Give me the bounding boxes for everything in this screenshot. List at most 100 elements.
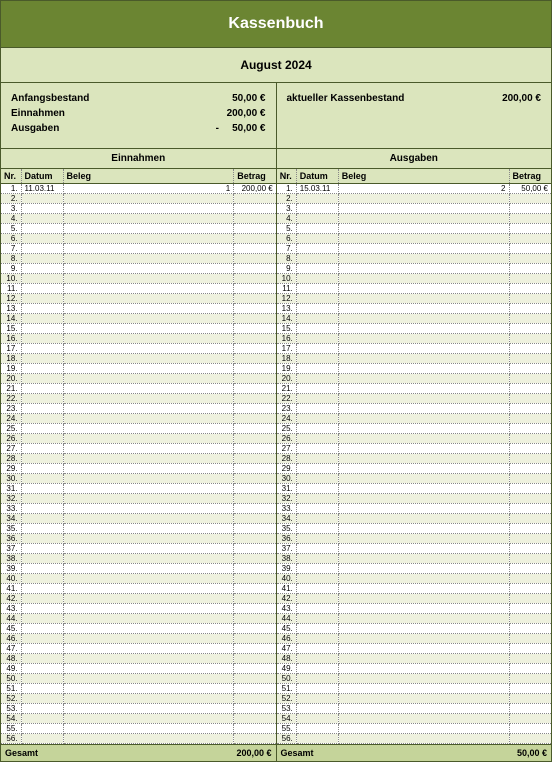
row-betrag[interactable] xyxy=(509,304,551,314)
row-beleg[interactable] xyxy=(338,524,509,534)
row-betrag[interactable] xyxy=(509,694,551,704)
row-betrag[interactable] xyxy=(509,644,551,654)
row-datum[interactable] xyxy=(296,214,338,224)
row-betrag[interactable] xyxy=(509,294,551,304)
row-beleg[interactable] xyxy=(63,444,234,454)
row-betrag[interactable] xyxy=(509,464,551,474)
row-datum[interactable] xyxy=(296,694,338,704)
row-betrag[interactable] xyxy=(509,344,551,354)
row-betrag[interactable] xyxy=(509,484,551,494)
row-beleg[interactable] xyxy=(63,324,234,334)
row-datum[interactable] xyxy=(296,274,338,284)
row-beleg[interactable] xyxy=(63,344,234,354)
row-betrag[interactable] xyxy=(509,584,551,594)
row-datum[interactable] xyxy=(296,674,338,684)
row-beleg[interactable] xyxy=(63,674,234,684)
row-beleg[interactable] xyxy=(63,634,234,644)
row-betrag[interactable] xyxy=(509,434,551,444)
row-betrag[interactable] xyxy=(234,684,276,694)
row-betrag[interactable]: 200,00 € xyxy=(234,184,276,194)
row-datum[interactable] xyxy=(21,694,63,704)
row-beleg[interactable] xyxy=(63,624,234,634)
row-beleg[interactable] xyxy=(338,684,509,694)
row-beleg[interactable] xyxy=(63,364,234,374)
row-betrag[interactable] xyxy=(509,524,551,534)
row-datum[interactable] xyxy=(296,384,338,394)
row-beleg[interactable] xyxy=(338,564,509,574)
row-betrag[interactable] xyxy=(509,544,551,554)
row-datum[interactable] xyxy=(21,554,63,564)
row-betrag[interactable] xyxy=(509,714,551,724)
row-beleg[interactable] xyxy=(338,354,509,364)
row-datum[interactable] xyxy=(296,494,338,504)
row-betrag[interactable] xyxy=(509,674,551,684)
row-betrag[interactable] xyxy=(234,714,276,724)
row-datum[interactable] xyxy=(21,724,63,734)
row-datum[interactable] xyxy=(21,234,63,244)
row-betrag[interactable] xyxy=(509,634,551,644)
row-datum[interactable] xyxy=(21,254,63,264)
row-betrag[interactable] xyxy=(234,374,276,384)
row-betrag[interactable] xyxy=(509,554,551,564)
row-datum[interactable] xyxy=(21,304,63,314)
row-betrag[interactable] xyxy=(234,594,276,604)
row-betrag[interactable] xyxy=(509,684,551,694)
row-betrag[interactable] xyxy=(234,564,276,574)
row-datum[interactable] xyxy=(296,614,338,624)
row-datum[interactable] xyxy=(21,504,63,514)
row-betrag[interactable] xyxy=(509,624,551,634)
row-betrag[interactable] xyxy=(234,604,276,614)
row-betrag[interactable] xyxy=(234,494,276,504)
row-datum[interactable] xyxy=(296,444,338,454)
row-beleg[interactable] xyxy=(63,724,234,734)
row-beleg[interactable] xyxy=(338,254,509,264)
row-datum[interactable] xyxy=(21,574,63,584)
row-betrag[interactable] xyxy=(509,314,551,324)
row-beleg[interactable] xyxy=(338,594,509,604)
row-beleg[interactable] xyxy=(338,274,509,284)
row-datum[interactable] xyxy=(296,724,338,734)
row-beleg[interactable] xyxy=(338,464,509,474)
row-betrag[interactable] xyxy=(234,454,276,464)
row-betrag[interactable] xyxy=(234,674,276,684)
row-betrag[interactable] xyxy=(509,414,551,424)
row-datum[interactable] xyxy=(296,364,338,374)
row-beleg[interactable] xyxy=(338,434,509,444)
row-datum[interactable] xyxy=(296,484,338,494)
row-beleg[interactable] xyxy=(63,474,234,484)
row-datum[interactable] xyxy=(21,294,63,304)
row-betrag[interactable] xyxy=(509,604,551,614)
row-datum[interactable] xyxy=(296,334,338,344)
row-datum[interactable] xyxy=(21,714,63,724)
row-betrag[interactable] xyxy=(234,644,276,654)
row-beleg[interactable] xyxy=(63,484,234,494)
row-beleg[interactable] xyxy=(63,494,234,504)
row-datum[interactable] xyxy=(296,354,338,364)
row-datum[interactable] xyxy=(21,614,63,624)
row-beleg[interactable] xyxy=(338,304,509,314)
row-betrag[interactable] xyxy=(509,264,551,274)
row-betrag[interactable] xyxy=(234,624,276,634)
row-betrag[interactable] xyxy=(509,574,551,584)
row-beleg[interactable] xyxy=(338,534,509,544)
row-beleg[interactable] xyxy=(338,314,509,324)
row-beleg[interactable] xyxy=(63,614,234,624)
row-beleg[interactable] xyxy=(63,314,234,324)
row-beleg[interactable] xyxy=(338,244,509,254)
row-beleg[interactable]: 2 xyxy=(338,184,509,194)
row-datum[interactable] xyxy=(296,324,338,334)
row-datum[interactable]: 11.03.11 xyxy=(21,184,63,194)
row-betrag[interactable] xyxy=(234,264,276,274)
row-datum[interactable] xyxy=(296,424,338,434)
row-datum[interactable] xyxy=(21,474,63,484)
row-datum[interactable] xyxy=(21,204,63,214)
row-betrag[interactable] xyxy=(509,514,551,524)
row-beleg[interactable] xyxy=(63,434,234,444)
row-beleg[interactable] xyxy=(63,414,234,424)
row-beleg[interactable] xyxy=(338,364,509,374)
row-beleg[interactable] xyxy=(338,664,509,674)
row-betrag[interactable] xyxy=(509,594,551,604)
row-beleg[interactable] xyxy=(63,204,234,214)
row-betrag[interactable] xyxy=(234,514,276,524)
row-beleg[interactable] xyxy=(63,224,234,234)
